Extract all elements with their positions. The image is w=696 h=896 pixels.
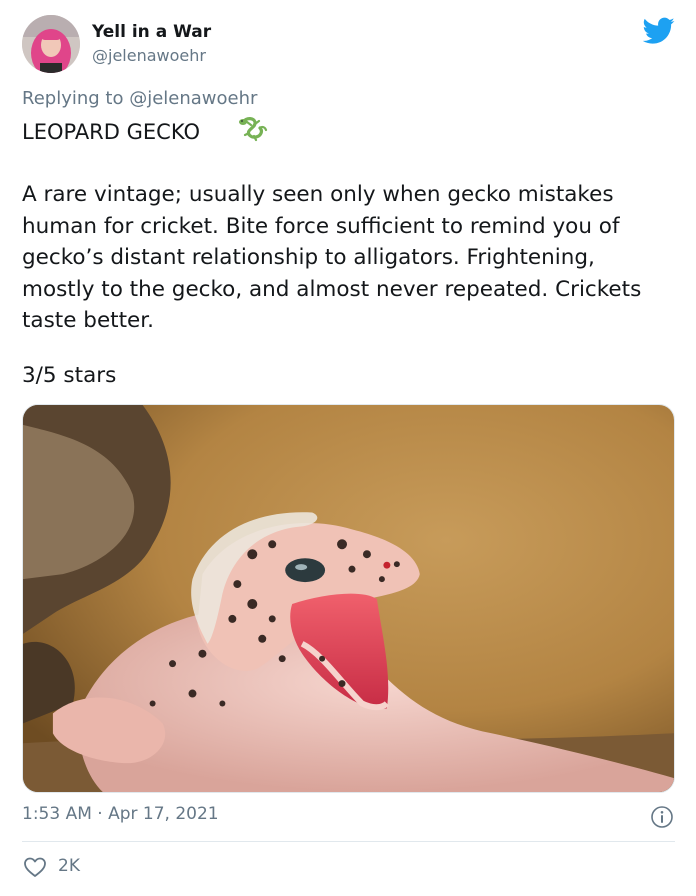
tweet-photo[interactable]: [22, 404, 675, 793]
tweet-body: A rare vintage; usually seen only when g…: [22, 182, 642, 333]
info-icon[interactable]: [650, 805, 674, 829]
like-count[interactable]: 2K: [58, 856, 80, 876]
reply-context: Replying to @jelenawoehr: [22, 88, 257, 109]
reply-mention-link[interactable]: @jelenawoehr: [129, 88, 257, 109]
user-handle[interactable]: @jelenawoehr: [92, 46, 206, 65]
rating-text: 3/5 stars: [22, 363, 117, 388]
tweet-headline: LEOPARD GECKO: [22, 120, 200, 144]
tweet-timestamp[interactable]: 1:53 AM · Apr 17, 2021: [22, 804, 219, 824]
twitter-bird-icon[interactable]: [643, 17, 675, 45]
lizard-emoji-icon: [239, 117, 268, 142]
heart-icon[interactable]: [23, 856, 47, 878]
reply-prefix: Replying to: [22, 88, 124, 109]
gecko-photo: [23, 405, 674, 792]
avatar-image: [22, 15, 80, 73]
tweet-card: Yell in a War @jelenawoehr Replying to @…: [0, 0, 696, 896]
display-name[interactable]: Yell in a War: [92, 22, 211, 42]
divider: [22, 841, 675, 842]
avatar[interactable]: [22, 15, 80, 73]
